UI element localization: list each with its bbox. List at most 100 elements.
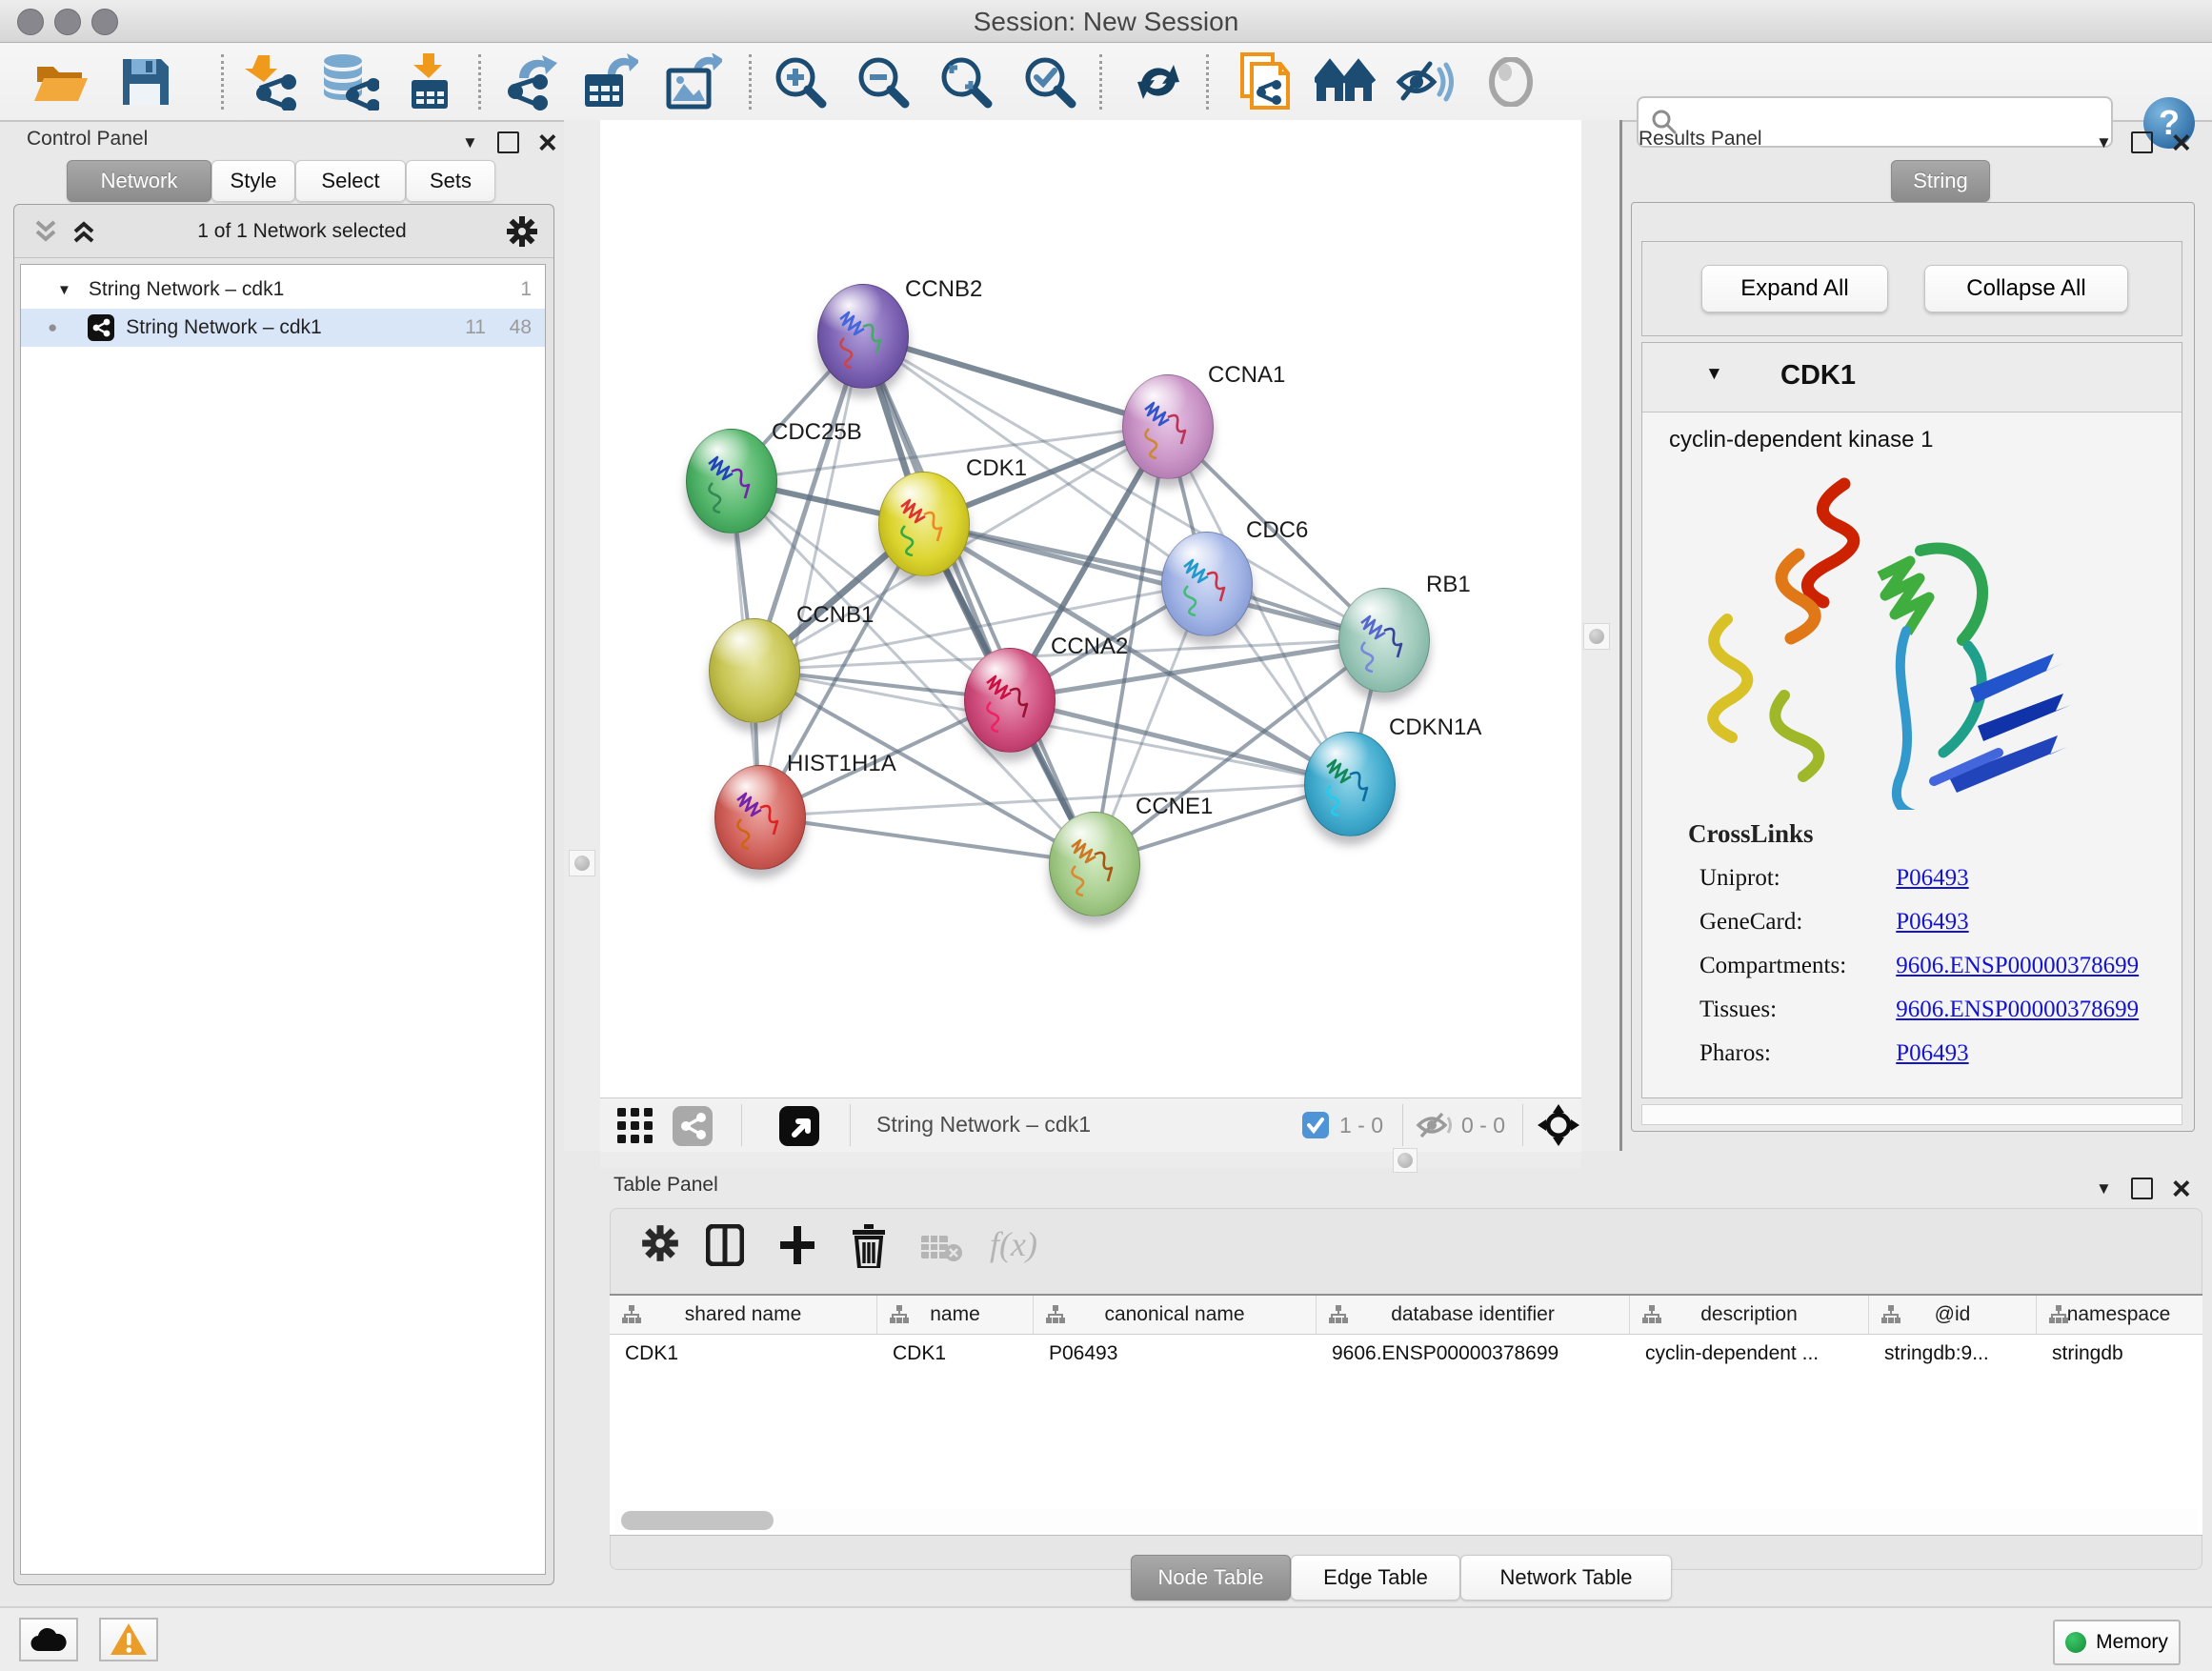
network-node-hist1h1a[interactable] bbox=[714, 765, 806, 870]
zoom-in-button[interactable] bbox=[768, 50, 833, 113]
first-neighbors-button[interactable] bbox=[1313, 50, 1377, 113]
network-node-rb1[interactable] bbox=[1338, 588, 1430, 693]
table-scrollbar-thumb[interactable] bbox=[621, 1511, 774, 1530]
cell-canonical-name[interactable]: P06493 bbox=[1034, 1335, 1317, 1373]
memory-button[interactable]: Memory bbox=[2053, 1620, 2181, 1665]
cell-database-identifier[interactable]: 9606.ENSP00000378699 bbox=[1317, 1335, 1630, 1373]
column-header-id[interactable]: @id bbox=[1869, 1296, 2037, 1334]
network-node-cdc6[interactable] bbox=[1161, 532, 1253, 636]
network-node-ccnb2[interactable] bbox=[817, 284, 909, 389]
panel-menu-icon[interactable]: ▼ bbox=[2096, 1179, 2112, 1198]
network-edge[interactable] bbox=[862, 335, 1167, 426]
selected-count-checkbox[interactable] bbox=[1301, 1111, 1330, 1142]
expand-all-button[interactable]: Expand All bbox=[1701, 265, 1888, 312]
column-header-name[interactable]: name bbox=[877, 1296, 1034, 1334]
network-collection-row[interactable]: ▼ String Network – cdk1 1 bbox=[21, 271, 545, 309]
show-columns-button[interactable] bbox=[706, 1224, 744, 1269]
zoom-out-button[interactable] bbox=[851, 50, 915, 113]
panel-close-icon[interactable]: × bbox=[538, 133, 557, 152]
table-panel-divider[interactable] bbox=[600, 1152, 1581, 1168]
control-panel-divider[interactable] bbox=[564, 120, 600, 1151]
protein-card-header[interactable]: ▼ CDK1 bbox=[1642, 343, 2182, 413]
tab-select[interactable]: Select bbox=[295, 160, 406, 202]
cell-shared-name[interactable]: CDK1 bbox=[610, 1335, 877, 1373]
apply-layout-button[interactable] bbox=[1126, 50, 1191, 113]
column-header-database-identifier[interactable]: database identifier bbox=[1317, 1296, 1630, 1334]
export-table-button[interactable] bbox=[577, 50, 642, 113]
control-panel-divider-handle[interactable] bbox=[569, 850, 595, 876]
birds-eye-toggle-button[interactable] bbox=[779, 1106, 819, 1149]
collection-collapse-icon[interactable]: ▼ bbox=[57, 282, 71, 298]
fit-content-button[interactable] bbox=[1538, 1104, 1579, 1149]
column-header-description[interactable]: description bbox=[1630, 1296, 1869, 1334]
expand-all-icon[interactable] bbox=[70, 217, 98, 246]
crosslink-link[interactable]: P06493 bbox=[1896, 909, 1968, 935]
create-column-button[interactable] bbox=[778, 1224, 816, 1269]
results-panel-divider-handle[interactable] bbox=[1583, 623, 1610, 650]
network-node-ccna2[interactable] bbox=[964, 648, 1056, 753]
crosslink-link[interactable]: 9606.ENSP00000378699 bbox=[1896, 997, 2139, 1022]
network-node-cdkn1a[interactable] bbox=[1304, 732, 1396, 836]
show-graphics-details-button[interactable] bbox=[1478, 50, 1543, 113]
collapse-all-button[interactable]: Collapse All bbox=[1924, 265, 2128, 312]
network-node-ccnb1[interactable] bbox=[709, 618, 800, 723]
network-from-clipboard-button[interactable] bbox=[1233, 50, 1297, 113]
tab-style[interactable]: Style bbox=[211, 160, 295, 202]
network-row[interactable]: ● String Network – cdk1 11 48 bbox=[21, 309, 545, 347]
tab-network-table[interactable]: Network Table bbox=[1460, 1555, 1672, 1601]
tab-sets[interactable]: Sets bbox=[406, 160, 495, 202]
cell-description[interactable]: cyclin-dependent ... bbox=[1630, 1335, 1869, 1373]
results-scrollbar[interactable] bbox=[1641, 1104, 2182, 1125]
network-node-ccne1[interactable] bbox=[1049, 812, 1140, 916]
network-overview-button[interactable] bbox=[673, 1106, 713, 1149]
network-node-cdk1[interactable] bbox=[878, 472, 970, 576]
cell-id[interactable]: stringdb:9... bbox=[1869, 1335, 2037, 1373]
delete-column-button[interactable] bbox=[851, 1224, 887, 1271]
hide-selected-button[interactable] bbox=[1393, 50, 1458, 113]
panel-close-icon[interactable]: × bbox=[2172, 1179, 2191, 1198]
panel-float-icon[interactable] bbox=[2131, 1178, 2153, 1199]
crosslink-link[interactable]: P06493 bbox=[1896, 865, 1968, 891]
panel-menu-icon[interactable]: ▼ bbox=[2096, 133, 2112, 152]
show-grid-button[interactable] bbox=[617, 1108, 654, 1147]
export-network-button[interactable] bbox=[499, 50, 564, 113]
table-horizontal-scrollbar[interactable] bbox=[615, 1509, 2197, 1532]
panel-float-icon[interactable] bbox=[497, 131, 519, 153]
import-table-button[interactable] bbox=[396, 50, 461, 113]
network-edge[interactable] bbox=[759, 816, 1094, 863]
tab-string[interactable]: String bbox=[1891, 160, 1990, 202]
column-header-namespace[interactable]: namespace bbox=[2037, 1296, 2201, 1334]
cell-namespace[interactable]: stringdb bbox=[2037, 1335, 2201, 1373]
network-canvas[interactable]: CCNB2CCNA1CDC25BCDK1CDC6RB1CCNB1CCNA2CDK… bbox=[600, 120, 1581, 1097]
zoom-selected-button[interactable] bbox=[1017, 50, 1082, 113]
tab-network[interactable]: Network bbox=[67, 160, 211, 202]
crosslink-link[interactable]: 9606.ENSP00000378699 bbox=[1896, 953, 2139, 978]
warnings-button[interactable] bbox=[99, 1618, 158, 1661]
network-edge[interactable] bbox=[759, 335, 862, 816]
tab-edge-table[interactable]: Edge Table bbox=[1291, 1555, 1460, 1601]
table-panel-divider-handle[interactable] bbox=[1393, 1148, 1418, 1173]
import-network-button[interactable] bbox=[240, 50, 305, 113]
collapse-all-icon[interactable] bbox=[31, 217, 60, 246]
network-node-cdc25b[interactable] bbox=[686, 429, 777, 534]
column-header-canonical-name[interactable]: canonical name bbox=[1034, 1296, 1317, 1334]
open-session-button[interactable] bbox=[29, 50, 93, 113]
gear-icon[interactable] bbox=[506, 215, 538, 248]
tab-node-table[interactable]: Node Table bbox=[1131, 1555, 1291, 1601]
column-header-shared-name[interactable]: shared name bbox=[610, 1296, 877, 1334]
hidden-count-button[interactable] bbox=[1416, 1110, 1454, 1143]
network-node-ccna1[interactable] bbox=[1122, 374, 1214, 479]
network-edge[interactable] bbox=[923, 523, 1383, 639]
panel-close-icon[interactable]: × bbox=[2172, 133, 2191, 152]
network-edge[interactable] bbox=[862, 335, 1094, 863]
import-network-from-database-button[interactable] bbox=[316, 50, 381, 113]
table-settings-button[interactable] bbox=[641, 1224, 679, 1265]
panel-float-icon[interactable] bbox=[2131, 131, 2153, 153]
crosslink-link[interactable]: P06493 bbox=[1896, 1040, 1968, 1066]
panel-menu-icon[interactable]: ▼ bbox=[462, 133, 478, 152]
cloud-status-button[interactable] bbox=[19, 1618, 78, 1661]
zoom-fit-button[interactable] bbox=[934, 50, 998, 113]
save-session-button[interactable] bbox=[112, 50, 177, 113]
cell-name[interactable]: CDK1 bbox=[877, 1335, 1034, 1373]
export-image-button[interactable] bbox=[661, 50, 726, 113]
